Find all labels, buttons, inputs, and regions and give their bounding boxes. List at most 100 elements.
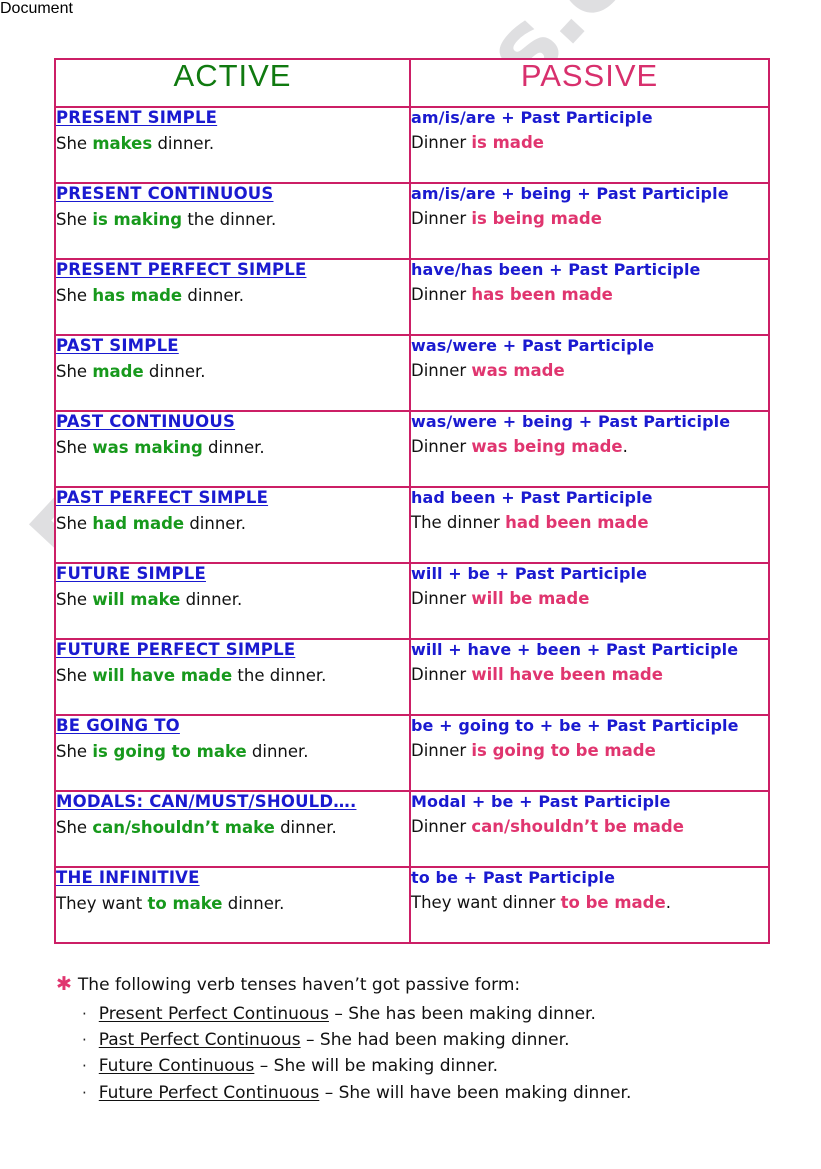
passive-example: Dinner will be made xyxy=(411,588,768,609)
active-example: She is going to make dinner. xyxy=(56,741,409,762)
active-example-highlight: has made xyxy=(92,285,183,305)
passive-example-prefix: Dinner xyxy=(411,133,472,152)
passive-example-prefix: Dinner xyxy=(411,285,472,304)
tense-name-label: PRESENT PERFECT SIMPLE xyxy=(56,260,307,279)
tense-name-label: BE GOING TO xyxy=(56,716,180,735)
passive-formula-label: be + going to + be + Past Participle xyxy=(411,716,739,735)
active-example-highlight: had made xyxy=(92,513,185,533)
passive-formula-label: will + have + been + Past Participle xyxy=(411,640,739,659)
active-example-highlight: was making xyxy=(92,437,203,457)
active-example: She will make dinner. xyxy=(56,589,409,610)
tense-name-label: MODALS: CAN/MUST/SHOULD…. xyxy=(56,792,357,811)
active-example-highlight: is going to make xyxy=(92,741,247,761)
active-cell: BE GOING TO She is going to make dinner. xyxy=(54,714,411,792)
active-cell: PAST PERFECT SIMPLE She had made dinner. xyxy=(54,486,411,564)
table-row: PRESENT SIMPLE She makes dinner. am/is/are… xyxy=(54,106,770,184)
active-example: She is making the dinner. xyxy=(56,209,409,230)
active-example: She had made dinner. xyxy=(56,513,409,534)
table-body: PRESENT SIMPLE She makes dinner. am/is/are… xyxy=(54,106,770,944)
passive-example: Dinner is going to be made xyxy=(411,740,768,761)
tense-name-label: FUTURE PERFECT SIMPLE xyxy=(56,640,296,659)
passive-example-prefix: Dinner xyxy=(411,665,472,684)
active-cell: PRESENT PERFECT SIMPLE She has made dinne… xyxy=(54,258,411,336)
passive-example-prefix: Dinner xyxy=(411,209,472,228)
active-cell: PRESENT SIMPLE She makes dinner. xyxy=(54,106,411,184)
list-item: · Present Perfect Continuous – She has be… xyxy=(82,1001,776,1027)
table-row: PRESENT CONTINUOUS She is making the dinn… xyxy=(54,182,770,260)
table-row: PRESENT PERFECT SIMPLE She has made dinne… xyxy=(54,258,770,336)
active-cell: FUTURE PERFECT SIMPLE She will have made … xyxy=(54,638,411,716)
active-cell: MODALS: CAN/MUST/SHOULD…. She can/shouldn… xyxy=(54,790,411,868)
tense-name-label: PRESENT SIMPLE xyxy=(56,108,218,127)
active-passive-table: ACTIVE PASSIVE PRESENT SIMPLE She makes d… xyxy=(54,58,770,944)
passive-example: Dinner will have been made xyxy=(411,664,768,685)
table-row: FUTURE SIMPLE She will make dinner. will +… xyxy=(54,562,770,640)
table-header-row: ACTIVE PASSIVE xyxy=(54,58,770,108)
notes-section: ✱ The following verb tenses haven’t got … xyxy=(56,975,776,1106)
active-example: She can/shouldn’t make dinner. xyxy=(56,817,409,838)
active-example-highlight: made xyxy=(92,361,144,381)
passive-example-highlight: is going to be made xyxy=(471,741,656,760)
tense-name-label: THE INFINITIVE xyxy=(56,868,200,887)
passive-example-prefix: Dinner xyxy=(411,741,472,760)
bullet-icon: · xyxy=(82,1083,87,1102)
tense-name-label: PRESENT CONTINUOUS xyxy=(56,184,274,203)
active-cell: PAST CONTINUOUS She was making dinner. xyxy=(54,410,411,488)
active-example-prefix: She xyxy=(56,133,93,153)
asterisk-icon: ✱ xyxy=(56,973,72,995)
note-item-text: Past Perfect Continuous – She had been m… xyxy=(99,1027,570,1053)
note-item-text: Present Perfect Continuous – She has bee… xyxy=(99,1001,596,1027)
bullet-icon: · xyxy=(82,1057,87,1076)
passive-cell: Modal + be + Past Participle Dinner can/s… xyxy=(409,790,770,868)
note-item-text: Future Continuous – She will be making d… xyxy=(99,1053,498,1079)
passive-formula-label: to be + Past Participle xyxy=(411,868,616,887)
tense-name-label: FUTURE SIMPLE xyxy=(56,564,206,583)
table-row: FUTURE PERFECT SIMPLE She will have made … xyxy=(54,638,770,716)
table-row: PAST SIMPLE She made dinner. was/were + Pa… xyxy=(54,334,770,412)
table-row: MODALS: CAN/MUST/SHOULD…. She can/shouldn… xyxy=(54,790,770,868)
active-example: They want to make dinner. xyxy=(56,893,409,914)
active-example-prefix: She xyxy=(56,817,93,837)
passive-example: Dinner was made xyxy=(411,360,768,381)
note-example: – She will have been making dinner. xyxy=(319,1082,632,1103)
passive-example-prefix: Dinner xyxy=(411,361,472,380)
tense-name-label: PAST PERFECT SIMPLE xyxy=(56,488,269,507)
passive-example-prefix: The dinner xyxy=(411,513,506,532)
active-example-suffix: dinner. xyxy=(182,285,244,305)
note-tense-name: Present Perfect Continuous xyxy=(98,1003,329,1024)
table-row: BE GOING TO She is going to make dinner. b… xyxy=(54,714,770,792)
header-cell-passive: PASSIVE xyxy=(409,58,770,108)
passive-example: Dinner is made xyxy=(411,132,768,153)
passive-cell: will + have + been + Past Participle Dinn… xyxy=(409,638,770,716)
active-cell: PAST SIMPLE She made dinner. xyxy=(54,334,411,412)
note-example: – She had been making dinner. xyxy=(300,1029,570,1050)
passive-formula-label: was/were + being + Past Participle xyxy=(411,412,731,431)
header-label-passive: PASSIVE xyxy=(520,58,659,93)
header-cell-active: ACTIVE xyxy=(54,58,411,108)
passive-example: Dinner is being made xyxy=(411,208,768,229)
note-example: – She will be making dinner. xyxy=(254,1056,499,1077)
notes-heading-text: The following verb tenses haven’t got pa… xyxy=(77,975,521,995)
active-example-prefix: She xyxy=(56,665,93,685)
passive-example-highlight: to be made xyxy=(560,893,666,912)
note-tense-name: Future Perfect Continuous xyxy=(98,1082,320,1103)
list-item: · Past Perfect Continuous – She had been … xyxy=(82,1027,776,1053)
worksheet-page: ACTIVE PASSIVE PRESENT SIMPLE She makes d… xyxy=(0,0,821,1169)
passive-example: Dinner has been made xyxy=(411,284,768,305)
active-example-prefix: She xyxy=(56,741,93,761)
active-cell: THE INFINITIVE They want to make dinner. xyxy=(54,866,411,944)
active-example: She will have made the dinner. xyxy=(56,665,409,686)
bullet-icon: · xyxy=(82,1004,87,1023)
passive-cell: am/is/are + being + Past Participle Dinne… xyxy=(409,182,770,260)
active-example-highlight: is making xyxy=(92,209,183,229)
active-example-suffix: dinner. xyxy=(143,361,206,381)
active-example-prefix: She xyxy=(56,437,93,457)
passive-formula-label: was/were + Past Participle xyxy=(411,336,655,355)
passive-example-highlight: was made xyxy=(471,361,565,380)
note-tense-name: Past Perfect Continuous xyxy=(98,1029,301,1050)
passive-formula-label: am/is/are + being + Past Participle xyxy=(411,184,729,203)
active-example-suffix: dinner. xyxy=(202,437,265,457)
active-example-prefix: She xyxy=(56,361,93,381)
passive-cell: was/were + Past Participle Dinner was mad… xyxy=(409,334,770,412)
note-example: – She has been making dinner. xyxy=(328,1003,596,1024)
